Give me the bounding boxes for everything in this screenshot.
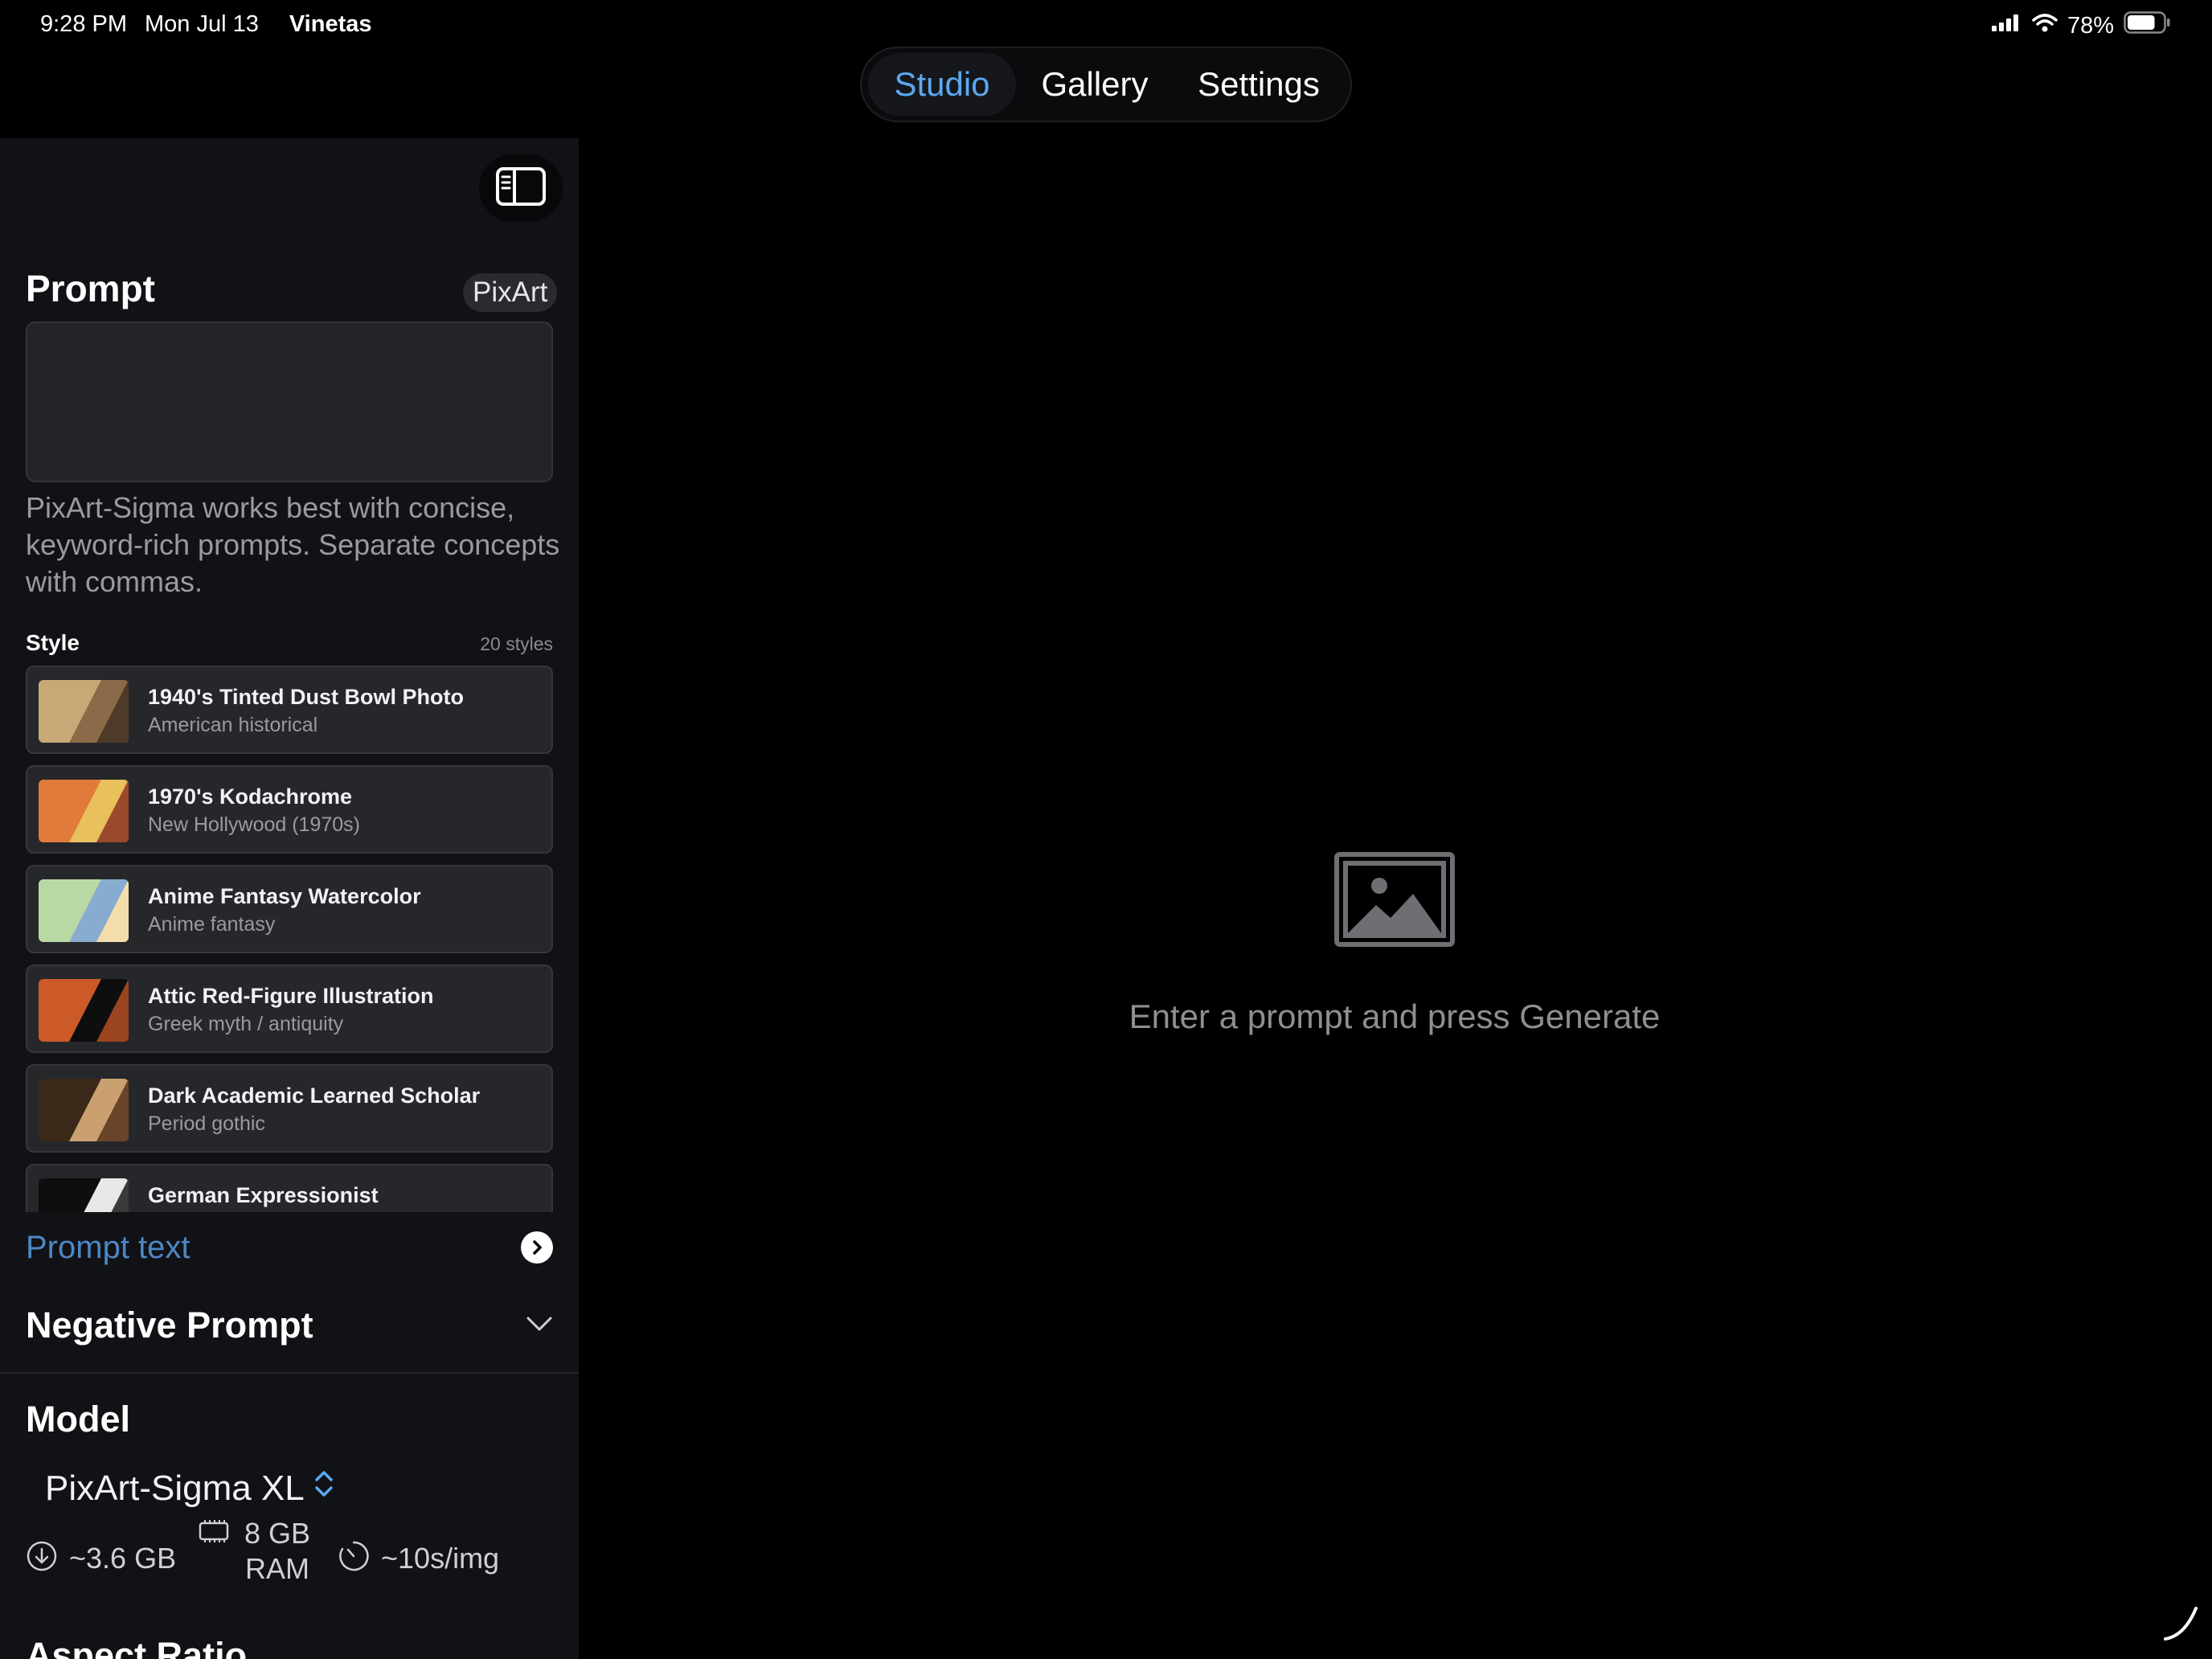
negative-prompt-label: Negative Prompt (26, 1305, 313, 1346)
prompt-text-link[interactable]: Prompt text (26, 1225, 553, 1270)
prompt-text-label: Prompt text (26, 1229, 190, 1265)
style-item-subtitle: Anime fantasy (148, 913, 276, 936)
model-picker[interactable]: PixArt-Sigma XL (45, 1468, 335, 1509)
spec-download-value: ~3.6 GB (69, 1542, 177, 1575)
empty-state: Enter a prompt and press Generate (1125, 852, 1664, 1036)
negative-prompt-toggle[interactable]: Negative Prompt (26, 1299, 553, 1352)
up-down-chevron-icon (313, 1468, 335, 1509)
style-item[interactable]: 1940's Tinted Dust Bowl Photo American h… (26, 666, 553, 754)
spec-speed-value: ~10s/img (381, 1542, 500, 1575)
style-swatch (39, 680, 129, 743)
style-item[interactable]: German Expressionist (26, 1164, 553, 1212)
style-item[interactable]: Anime Fantasy Watercolor Anime fantasy (26, 865, 553, 953)
style-swatch (39, 979, 129, 1042)
model-heading: Model (26, 1399, 130, 1440)
wifi-icon (2032, 13, 2058, 39)
tab-studio[interactable]: Studio (868, 53, 1016, 116)
section-divider (0, 1372, 579, 1374)
style-item-subtitle: Greek myth / antiquity (148, 1013, 344, 1035)
sidebar-toggle-button[interactable] (479, 154, 563, 222)
corner-indicator-icon (2161, 1604, 2201, 1648)
model-specs: ~3.6 GB 8 GB RAM ~10s/img (26, 1517, 572, 1617)
status-date: Mon Jul 13 (145, 11, 259, 37)
download-icon (26, 1537, 58, 1579)
style-item-subtitle: New Hollywood (1970s) (148, 813, 361, 836)
cellular-signal-icon (1990, 13, 2022, 39)
style-count: 20 styles (480, 633, 553, 654)
style-item[interactable]: Attic Red-Figure Illustration Greek myth… (26, 965, 553, 1053)
chevron-right-icon[interactable] (521, 1231, 553, 1264)
status-time: 9:28 PM (40, 11, 127, 37)
style-list[interactable]: 1940's Tinted Dust Bowl Photo American h… (26, 666, 553, 1212)
style-item[interactable]: Dark Academic Learned Scholar Period got… (26, 1064, 553, 1153)
photo-placeholder-icon (1334, 852, 1455, 950)
tab-gallery[interactable]: Gallery (1016, 53, 1174, 116)
chevron-down-icon (526, 1315, 553, 1337)
style-item-name: German Expressionist (148, 1183, 379, 1207)
prompt-heading: Prompt (26, 268, 155, 309)
top-tab-bar: Studio Gallery Settings (860, 47, 1352, 122)
style-swatch (39, 879, 129, 942)
spec-speed: ~10s/img (338, 1537, 499, 1579)
spec-ram-value: 8 GB RAM (244, 1517, 311, 1585)
aspect-ratio-heading: Aspect Ratio (26, 1635, 248, 1659)
prompt-input[interactable] (26, 322, 553, 482)
style-item-name: Dark Academic Learned Scholar (148, 1083, 481, 1108)
status-left: 9:28 PM Mon Jul 13 Vinetas (40, 11, 372, 38)
prompt-hint-text: PixArt-Sigma works best with concise, ke… (26, 491, 560, 598)
style-swatch (39, 780, 129, 842)
status-app-name: Vinetas (289, 11, 372, 37)
style-header: Style 20 styles (26, 630, 553, 656)
memory-chip-icon (198, 1516, 230, 1550)
model-selected-value: PixArt-Sigma XL (45, 1468, 305, 1508)
battery-percent: 78% (2067, 12, 2114, 39)
style-item-subtitle: Period gothic (148, 1112, 265, 1135)
model-family-badge: PixArt (463, 273, 558, 312)
style-item-name: Anime Fantasy Watercolor (148, 884, 421, 908)
style-item-name: 1970's Kodachrome (148, 784, 353, 809)
style-swatch (39, 1178, 129, 1212)
sidebar-toggle-icon (495, 166, 547, 211)
style-label: Style (26, 630, 80, 655)
sidebar: Prompt PixArt PixArt-Sigma works best wi… (0, 138, 579, 1659)
tab-settings[interactable]: Settings (1174, 53, 1344, 116)
style-item[interactable]: 1970's Kodachrome New Hollywood (1970s) (26, 765, 553, 854)
spec-download: ~3.6 GB (26, 1537, 176, 1579)
battery-icon (2124, 11, 2170, 40)
spec-ram: 8 GB RAM (198, 1516, 313, 1587)
status-bar: 9:28 PM Mon Jul 13 Vinetas 78% (0, 0, 2212, 51)
style-item-name: 1940's Tinted Dust Bowl Photo (148, 685, 464, 709)
style-swatch (39, 1079, 129, 1141)
empty-state-message: Enter a prompt and press Generate (1129, 997, 1661, 1035)
status-right: 78% (1990, 11, 2170, 40)
style-item-subtitle: American historical (148, 714, 318, 736)
timer-icon (338, 1537, 370, 1579)
style-item-name: Attic Red-Figure Illustration (148, 984, 434, 1008)
